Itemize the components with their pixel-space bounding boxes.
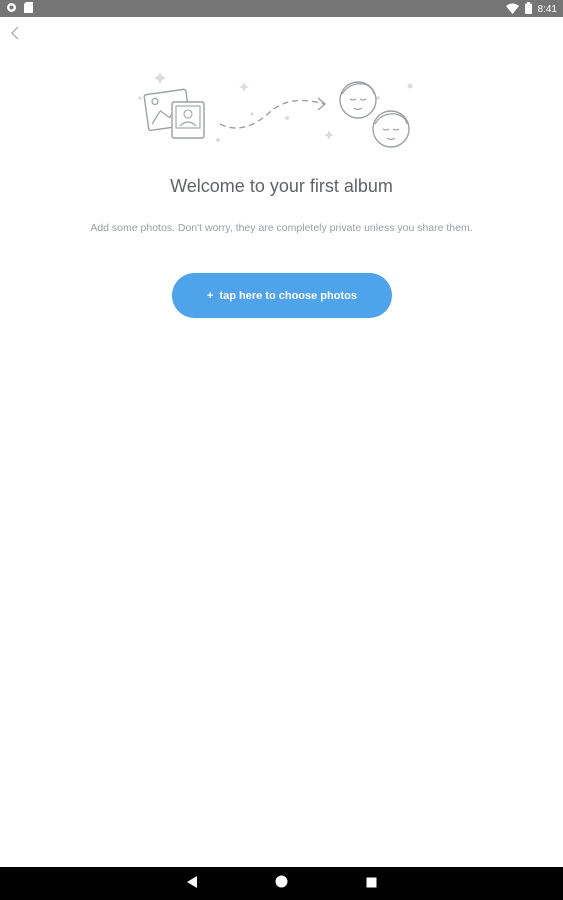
home-circle-icon <box>275 875 288 893</box>
status-bar: 8:41 <box>0 0 563 17</box>
photos-to-faces-illustration <box>132 68 430 160</box>
choose-photos-label: tap here to choose photos <box>219 289 357 302</box>
wifi-icon <box>505 3 519 17</box>
nav-recents-button[interactable] <box>362 875 380 893</box>
empty-state-title: Welcome to your first album <box>170 176 393 196</box>
chevron-left-icon <box>9 26 21 45</box>
empty-state-subtitle: Add some photos. Don't worry, they are c… <box>90 222 473 234</box>
plus-icon: + <box>207 289 214 302</box>
back-triangle-icon <box>186 875 198 893</box>
status-left-icons <box>6 2 33 16</box>
recents-square-icon <box>366 875 377 893</box>
system-nav-bar <box>0 867 563 900</box>
notification-icon <box>6 2 17 16</box>
back-button[interactable] <box>4 24 26 46</box>
choose-photos-button[interactable]: + tap here to choose photos <box>172 273 392 318</box>
status-right-icons: 8:41 <box>505 2 557 17</box>
nav-back-button[interactable] <box>183 875 201 893</box>
status-time: 8:41 <box>537 4 557 15</box>
battery-icon <box>524 2 532 17</box>
sd-card-icon <box>24 2 33 16</box>
nav-home-button[interactable] <box>272 875 290 893</box>
